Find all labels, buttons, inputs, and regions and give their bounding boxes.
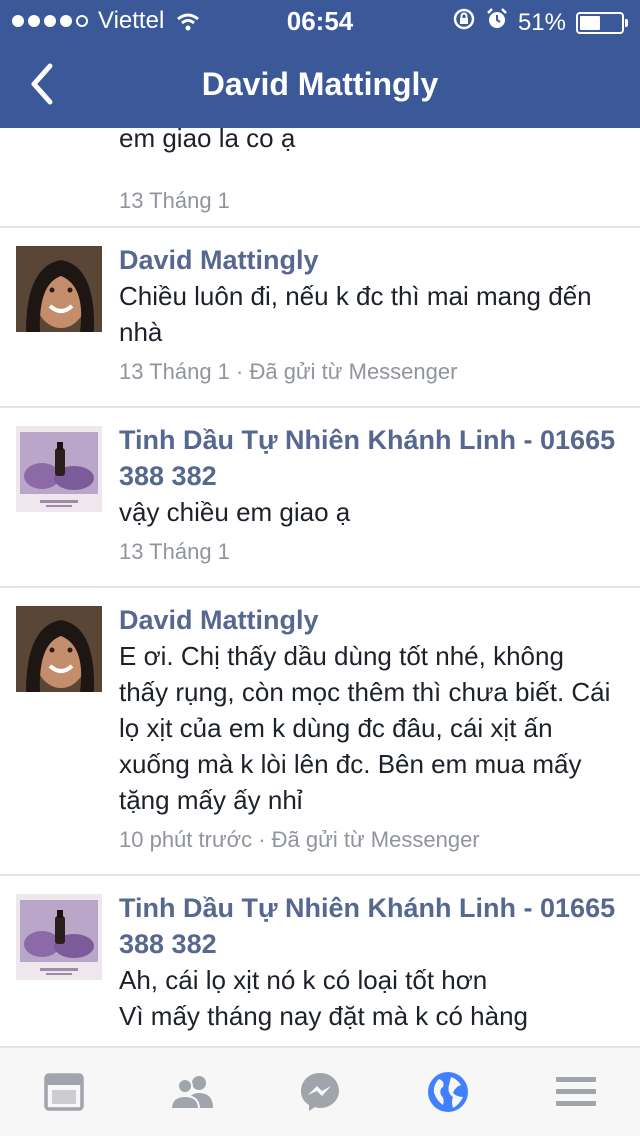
message-body: Vì mấy tháng nay đặt mà k có hàng: [119, 1001, 529, 1031]
message-body: em giao la co ạ: [119, 128, 296, 153]
tab-news-feed[interactable]: [0, 1048, 128, 1136]
messenger-icon: [301, 1073, 339, 1111]
navigation-bar: David Mattingly: [0, 40, 640, 128]
message-timestamp: 13 Tháng 1 · Đã gửi từ Messenger: [119, 359, 458, 384]
tab-notifications[interactable]: [384, 1048, 512, 1136]
message-body: Chiều luôn đi, nếu k đc thì mai mang đến…: [119, 281, 592, 347]
notifications-globe-icon: [428, 1072, 468, 1112]
battery-percent: 51%: [517, 8, 566, 36]
message-sender[interactable]: David Mattingly: [119, 242, 620, 278]
message-item[interactable]: David Mattingly Chiều luôn đi, nếu k đc …: [0, 228, 640, 408]
tab-friends[interactable]: [128, 1048, 256, 1136]
message-item[interactable]: Tinh Dầu Tự Nhiên Khánh Linh - 01665 388…: [0, 408, 640, 588]
status-right: 51%: [452, 7, 628, 38]
message-item[interactable]: em giao la co ạ 13 Tháng 1: [0, 128, 640, 228]
rotation-lock-icon: [452, 7, 476, 38]
message-item[interactable]: Tinh Dầu Tự Nhiên Khánh Linh - 01665 388…: [0, 876, 640, 1034]
page-title: David Mattingly: [201, 66, 439, 102]
message-sender[interactable]: Tinh Dầu Tự Nhiên Khánh Linh - 01665 388…: [119, 422, 620, 494]
message-timestamp: 13 Tháng 1: [119, 539, 230, 564]
avatar[interactable]: [16, 246, 102, 332]
app-header: Viettel 06:54 51% David Mattingly: [0, 0, 640, 128]
alarm-icon: [486, 7, 508, 38]
friends-icon: [169, 1076, 213, 1110]
message-body: vậy chiều em giao ạ: [119, 497, 351, 527]
menu-icon: [556, 1077, 596, 1106]
message-body: E ơi. Chị thấy dầu dùng tốt nhé, không t…: [119, 641, 611, 815]
avatar[interactable]: [16, 606, 102, 692]
message-item[interactable]: David Mattingly E ơi. Chị thấy dầu dùng …: [0, 588, 640, 876]
tab-bar: [0, 1046, 640, 1136]
message-list[interactable]: em giao la co ạ 13 Tháng 1 David Matting…: [0, 128, 640, 1046]
avatar[interactable]: [16, 894, 102, 980]
message-body: Ah, cái lọ xịt nó k có loại tốt hơn: [119, 965, 488, 995]
status-bar: Viettel 06:54 51%: [0, 0, 640, 40]
message-sender[interactable]: David Mattingly: [119, 602, 620, 638]
battery-icon: [576, 11, 628, 34]
message-sender[interactable]: Tinh Dầu Tự Nhiên Khánh Linh - 01665 388…: [119, 890, 620, 962]
tab-menu[interactable]: [512, 1048, 640, 1136]
news-feed-icon: [44, 1073, 84, 1111]
tab-messenger[interactable]: [256, 1048, 384, 1136]
avatar[interactable]: [16, 426, 102, 512]
message-timestamp: 10 phút trước · Đã gửi từ Messenger: [119, 827, 480, 852]
